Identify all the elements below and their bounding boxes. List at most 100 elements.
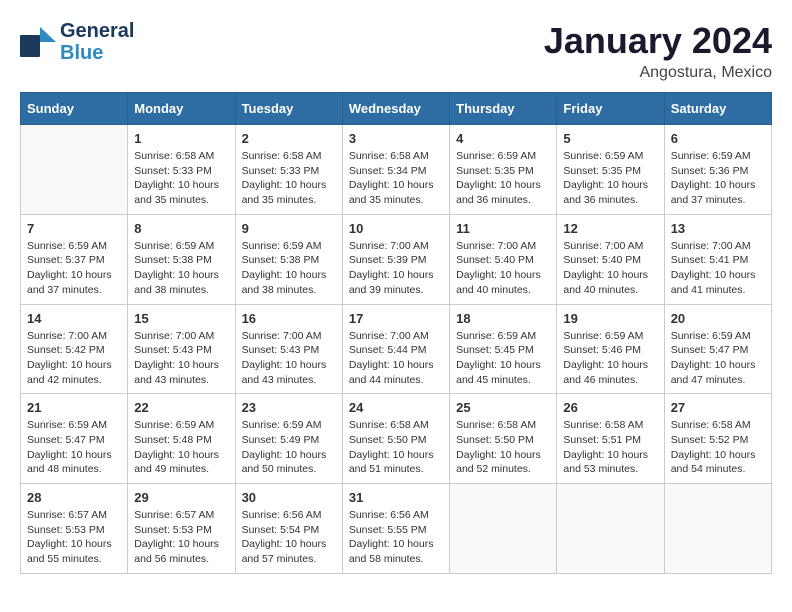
calendar-cell [450, 484, 557, 574]
day-number: 19 [563, 311, 657, 326]
calendar-header-row: SundayMondayTuesdayWednesdayThursdayFrid… [21, 93, 772, 125]
calendar-week-row: 14Sunrise: 7:00 AM Sunset: 5:42 PM Dayli… [21, 304, 772, 394]
day-content: Sunrise: 6:59 AM Sunset: 5:49 PM Dayligh… [242, 418, 336, 477]
day-header-wednesday: Wednesday [342, 93, 449, 125]
day-content: Sunrise: 7:00 AM Sunset: 5:43 PM Dayligh… [134, 329, 228, 388]
day-number: 1 [134, 131, 228, 146]
calendar-cell: 23 Sunrise: 6:59 AM Sunset: 5:49 PM Dayli… [235, 394, 342, 484]
calendar-cell [664, 484, 771, 574]
calendar-cell [557, 484, 664, 574]
day-content: Sunrise: 6:56 AM Sunset: 5:54 PM Dayligh… [242, 508, 336, 567]
day-content: Sunrise: 6:59 AM Sunset: 5:47 PM Dayligh… [671, 329, 765, 388]
day-number: 23 [242, 400, 336, 415]
calendar-cell: 18 Sunrise: 6:59 AM Sunset: 5:45 PM Dayli… [450, 304, 557, 394]
day-number: 5 [563, 131, 657, 146]
calendar-cell: 29 Sunrise: 6:57 AM Sunset: 5:53 PM Dayli… [128, 484, 235, 574]
day-number: 14 [27, 311, 121, 326]
calendar-cell: 3Sunrise: 6:58 AM Sunset: 5:34 PM Daylig… [342, 125, 449, 215]
day-number: 16 [242, 311, 336, 326]
day-number: 28 [27, 490, 121, 505]
day-content: Sunrise: 6:58 AM Sunset: 5:33 PM Dayligh… [242, 149, 336, 208]
day-content: Sunrise: 6:59 AM Sunset: 5:38 PM Dayligh… [134, 239, 228, 298]
calendar-cell: 25Sunrise: 6:58 AM Sunset: 5:50 PM Dayli… [450, 394, 557, 484]
calendar-cell: 15 Sunrise: 7:00 AM Sunset: 5:43 PM Dayli… [128, 304, 235, 394]
day-number: 11 [456, 221, 550, 236]
day-number: 17 [349, 311, 443, 326]
day-content: Sunrise: 7:00 AM Sunset: 5:43 PM Dayligh… [242, 329, 336, 388]
day-number: 6 [671, 131, 765, 146]
day-number: 31 [349, 490, 443, 505]
day-number: 27 [671, 400, 765, 415]
day-number: 10 [349, 221, 443, 236]
logo-blue: Blue [60, 42, 134, 64]
day-header-monday: Monday [128, 93, 235, 125]
day-content: Sunrise: 6:59 AM Sunset: 5:36 PM Dayligh… [671, 149, 765, 208]
calendar-cell: 12Sunrise: 7:00 AM Sunset: 5:40 PM Dayli… [557, 214, 664, 304]
calendar-cell: 22Sunrise: 6:59 AM Sunset: 5:48 PM Dayli… [128, 394, 235, 484]
day-content: Sunrise: 7:00 AM Sunset: 5:44 PM Dayligh… [349, 329, 443, 388]
day-header-thursday: Thursday [450, 93, 557, 125]
day-content: Sunrise: 6:59 AM Sunset: 5:35 PM Dayligh… [456, 149, 550, 208]
day-header-sunday: Sunday [21, 93, 128, 125]
calendar-cell: 2 Sunrise: 6:58 AM Sunset: 5:33 PM Daylig… [235, 125, 342, 215]
logo-icon [20, 27, 56, 57]
day-number: 25 [456, 400, 550, 415]
calendar-week-row: 7 Sunrise: 6:59 AM Sunset: 5:37 PM Daylig… [21, 214, 772, 304]
day-content: Sunrise: 6:58 AM Sunset: 5:50 PM Dayligh… [349, 418, 443, 477]
day-number: 18 [456, 311, 550, 326]
calendar-cell: 8 Sunrise: 6:59 AM Sunset: 5:38 PM Daylig… [128, 214, 235, 304]
day-content: Sunrise: 6:59 AM Sunset: 5:37 PM Dayligh… [27, 239, 121, 298]
day-header-saturday: Saturday [664, 93, 771, 125]
day-header-friday: Friday [557, 93, 664, 125]
day-number: 26 [563, 400, 657, 415]
logo: General Blue [20, 20, 134, 64]
day-content: Sunrise: 6:58 AM Sunset: 5:52 PM Dayligh… [671, 418, 765, 477]
day-number: 15 [134, 311, 228, 326]
calendar-cell: 26Sunrise: 6:58 AM Sunset: 5:51 PM Dayli… [557, 394, 664, 484]
calendar-cell: 11 Sunrise: 7:00 AM Sunset: 5:40 PM Dayli… [450, 214, 557, 304]
month-title: January 2024 [544, 20, 772, 62]
day-content: Sunrise: 7:00 AM Sunset: 5:41 PM Dayligh… [671, 239, 765, 298]
calendar-cell: 10Sunrise: 7:00 AM Sunset: 5:39 PM Dayli… [342, 214, 449, 304]
calendar-cell: 24Sunrise: 6:58 AM Sunset: 5:50 PM Dayli… [342, 394, 449, 484]
day-number: 21 [27, 400, 121, 415]
calendar-week-row: 1 Sunrise: 6:58 AM Sunset: 5:33 PM Daylig… [21, 125, 772, 215]
day-number: 7 [27, 221, 121, 236]
day-number: 13 [671, 221, 765, 236]
day-content: Sunrise: 6:59 AM Sunset: 5:46 PM Dayligh… [563, 329, 657, 388]
day-content: Sunrise: 7:00 AM Sunset: 5:40 PM Dayligh… [456, 239, 550, 298]
day-number: 2 [242, 131, 336, 146]
calendar-cell: 27 Sunrise: 6:58 AM Sunset: 5:52 PM Dayli… [664, 394, 771, 484]
day-content: Sunrise: 6:56 AM Sunset: 5:55 PM Dayligh… [349, 508, 443, 567]
day-number: 22 [134, 400, 228, 415]
calendar-cell: 6 Sunrise: 6:59 AM Sunset: 5:36 PM Daylig… [664, 125, 771, 215]
calendar-cell: 13 Sunrise: 7:00 AM Sunset: 5:41 PM Dayli… [664, 214, 771, 304]
calendar-week-row: 21 Sunrise: 6:59 AM Sunset: 5:47 PM Dayli… [21, 394, 772, 484]
day-header-tuesday: Tuesday [235, 93, 342, 125]
logo-general: General [60, 20, 134, 42]
day-number: 29 [134, 490, 228, 505]
calendar-cell: 1Sunrise: 6:58 AM Sunset: 5:33 PM Daylig… [128, 125, 235, 215]
day-number: 20 [671, 311, 765, 326]
page-header: General Blue January 2024 Angostura, Mex… [20, 20, 772, 82]
day-content: Sunrise: 6:57 AM Sunset: 5:53 PM Dayligh… [134, 508, 228, 567]
calendar-cell: 4Sunrise: 6:59 AM Sunset: 5:35 PM Daylig… [450, 125, 557, 215]
calendar-cell: 19 Sunrise: 6:59 AM Sunset: 5:46 PM Dayli… [557, 304, 664, 394]
calendar-cell: 20 Sunrise: 6:59 AM Sunset: 5:47 PM Dayli… [664, 304, 771, 394]
day-content: Sunrise: 6:58 AM Sunset: 5:34 PM Dayligh… [349, 149, 443, 208]
title-section: January 2024 Angostura, Mexico [544, 20, 772, 82]
day-content: Sunrise: 6:59 AM Sunset: 5:47 PM Dayligh… [27, 418, 121, 477]
day-content: Sunrise: 6:59 AM Sunset: 5:45 PM Dayligh… [456, 329, 550, 388]
calendar-cell: 14Sunrise: 7:00 AM Sunset: 5:42 PM Dayli… [21, 304, 128, 394]
day-content: Sunrise: 6:57 AM Sunset: 5:53 PM Dayligh… [27, 508, 121, 567]
location: Angostura, Mexico [544, 64, 772, 82]
day-number: 8 [134, 221, 228, 236]
day-number: 9 [242, 221, 336, 236]
calendar-cell: 28 Sunrise: 6:57 AM Sunset: 5:53 PM Dayli… [21, 484, 128, 574]
day-number: 12 [563, 221, 657, 236]
calendar-cell: 7 Sunrise: 6:59 AM Sunset: 5:37 PM Daylig… [21, 214, 128, 304]
calendar-cell: 16 Sunrise: 7:00 AM Sunset: 5:43 PM Dayli… [235, 304, 342, 394]
calendar-cell [21, 125, 128, 215]
day-content: Sunrise: 6:59 AM Sunset: 5:38 PM Dayligh… [242, 239, 336, 298]
calendar-cell: 9 Sunrise: 6:59 AM Sunset: 5:38 PM Daylig… [235, 214, 342, 304]
